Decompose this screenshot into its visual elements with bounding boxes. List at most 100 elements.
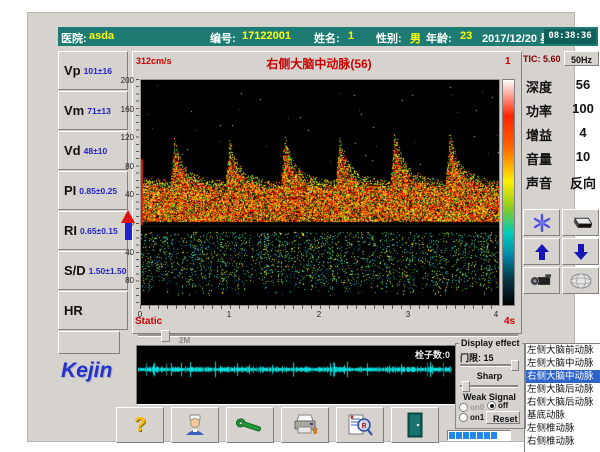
- globe-button[interactable]: [562, 267, 599, 294]
- report-review-button[interactable]: R: [336, 407, 384, 443]
- doppler-spectrogram: [140, 79, 500, 306]
- blank-cell: [58, 331, 120, 354]
- patient-name-value: 1: [348, 30, 354, 42]
- setting-value: 反向: [568, 173, 598, 192]
- hospital-label: 医院:: [61, 30, 87, 46]
- param-label: Vd: [64, 143, 81, 158]
- level-segment: [484, 432, 490, 439]
- radio-circle: [459, 413, 468, 422]
- globe-icon: [570, 273, 592, 289]
- radio-on1[interactable]: on1: [459, 413, 484, 422]
- artery-item[interactable]: 右侧大脑后动脉: [525, 396, 600, 409]
- level-segment: [491, 432, 497, 439]
- baseline-down-button[interactable]: [562, 238, 599, 265]
- artery-item[interactable]: 左侧椎动脉: [525, 422, 600, 435]
- radio-circle-selected: [487, 401, 496, 410]
- baseline-up-button[interactable]: [523, 238, 560, 265]
- print-button[interactable]: [281, 407, 329, 443]
- setting-sound: 声音反向: [524, 169, 600, 193]
- audio-signal-panel: 栓子数:0: [136, 345, 456, 405]
- radio-on1-label: on1: [470, 413, 484, 422]
- colorbar-max-label: 1: [505, 56, 511, 67]
- setting-power: 功率 100: [524, 97, 600, 121]
- probe-frequency-label: 2M: [179, 336, 190, 345]
- artery-item[interactable]: 基底动脉: [525, 409, 600, 422]
- setting-label: 声音: [526, 173, 552, 192]
- level-segment: [470, 432, 476, 439]
- sweep-status-label: Static: [135, 316, 162, 327]
- artery-item[interactable]: 右侧椎动脉: [525, 435, 600, 448]
- param-label: RI: [64, 223, 77, 238]
- setting-label: 功率: [526, 101, 552, 120]
- y-tick: 80: [112, 162, 134, 171]
- sweep-slider-track[interactable]: [138, 334, 518, 337]
- wall-filter-button[interactable]: 50Hz: [564, 51, 599, 66]
- exit-button[interactable]: [391, 407, 439, 443]
- artery-item[interactable]: 左侧大脑后动脉: [525, 383, 600, 396]
- y-tick: 120: [112, 133, 134, 142]
- radio-off-label: off: [498, 401, 508, 410]
- x-tick: 4: [490, 310, 502, 319]
- tcd-app-window: 医院: asda 编号: 17122001 姓名: 1 性别: 男 年龄: 23…: [27, 12, 575, 442]
- sharp-label: Sharp: [455, 371, 524, 381]
- sweep-duration-label: 4s: [504, 316, 515, 327]
- signal-level-bar: [447, 430, 511, 441]
- y-axis-ruler: [136, 79, 139, 304]
- setting-value: 10: [568, 149, 598, 164]
- camera-icon: [530, 273, 553, 289]
- age-value: 23: [460, 30, 472, 42]
- level-segment: [456, 432, 462, 439]
- radio-on0[interactable]: on0: [459, 403, 484, 412]
- audio-signal-trace: [138, 347, 452, 401]
- y-tick: 40: [112, 190, 134, 199]
- snowflake-icon: [532, 213, 552, 233]
- arrow-up-icon: [534, 243, 550, 261]
- baseline-arrow-stem[interactable]: [125, 223, 132, 240]
- artery-item[interactable]: 左侧大脑前动脉: [525, 344, 600, 357]
- age-label: 年龄:: [426, 30, 452, 46]
- screen: 医院: asda 编号: 17122001 姓名: 1 性别: 男 年龄: 23…: [0, 0, 600, 452]
- artery-item[interactable]: 左侧大脑中动脉: [525, 357, 600, 370]
- param-value: 48±10: [84, 146, 108, 156]
- level-segment: [463, 432, 469, 439]
- setting-depth: 深度56: [524, 73, 600, 97]
- gender-label: 性别:: [376, 30, 402, 46]
- artery-item[interactable]: 右侧大脑中动脉: [525, 370, 600, 383]
- brand-logo: Kejin: [61, 359, 112, 383]
- radio-circle: [459, 403, 468, 412]
- report-magnifier-icon: R: [347, 413, 373, 437]
- arrow-down-icon: [573, 243, 589, 261]
- param-cell-ri: RI0.65±0.15: [58, 211, 128, 250]
- camera-button[interactable]: [523, 267, 560, 294]
- erase-button[interactable]: [562, 209, 599, 236]
- param-label: PI: [64, 183, 76, 198]
- param-label: S/D: [64, 263, 86, 278]
- sharp-slider-handle[interactable]: [462, 381, 470, 392]
- help-icon: ?: [134, 414, 146, 437]
- param-label: HR: [64, 303, 83, 318]
- settings-button[interactable]: [226, 407, 274, 443]
- sweep-slider-handle[interactable]: [161, 330, 170, 342]
- radio-on0-label: on0: [470, 403, 484, 412]
- setting-value: 4: [568, 125, 598, 140]
- threshold-slider-track[interactable]: [460, 364, 518, 367]
- setting-value: 100: [568, 101, 598, 116]
- artery-listbox[interactable]: 左侧大脑前动脉左侧大脑中动脉右侧大脑中动脉左侧大脑后动脉右侧大脑后动脉基底动脉左…: [524, 343, 600, 452]
- y-tick: 200: [112, 76, 134, 85]
- patient-info-button[interactable]: [171, 407, 219, 443]
- y-tick: 80: [112, 276, 134, 285]
- display-effect-title: Display effect: [459, 338, 522, 348]
- eraser-icon: [569, 215, 592, 231]
- threshold-slider-handle[interactable]: [511, 360, 519, 371]
- threshold-value: 15: [484, 353, 494, 363]
- emboli-count-label: 栓子数:0: [415, 348, 450, 361]
- threshold-text: 门限:: [460, 353, 481, 363]
- svg-text:R: R: [362, 423, 367, 430]
- intensity-colorbar: [502, 79, 515, 306]
- help-button[interactable]: ?: [116, 407, 164, 443]
- baseline-arrow-icon[interactable]: [121, 210, 135, 223]
- freeze-button[interactable]: [523, 209, 560, 236]
- radio-off[interactable]: off: [487, 401, 508, 410]
- reset-button[interactable]: Reset: [486, 411, 520, 424]
- level-segment: [477, 432, 483, 439]
